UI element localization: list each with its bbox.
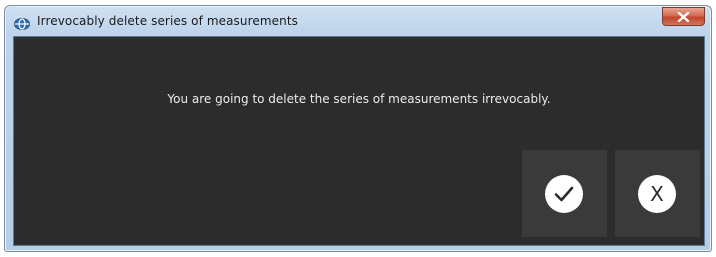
- confirm-circle: [545, 175, 583, 213]
- title-bar[interactable]: Irrevocably delete series of measurement…: [5, 6, 711, 36]
- close-icon: [677, 12, 690, 22]
- close-button[interactable]: [662, 7, 705, 26]
- app-logo-icon: [14, 15, 30, 30]
- cancel-button[interactable]: X: [615, 150, 700, 237]
- cancel-x-icon: X: [650, 182, 664, 206]
- dialog-content: You are going to delete the series of me…: [13, 36, 705, 246]
- confirmation-message: You are going to delete the series of me…: [167, 92, 551, 106]
- confirm-button[interactable]: [522, 150, 607, 237]
- cancel-circle: X: [638, 175, 676, 213]
- window-title: Irrevocably delete series of measurement…: [37, 14, 298, 28]
- checkmark-icon: [554, 186, 574, 202]
- dialog-window: Irrevocably delete series of measurement…: [4, 5, 712, 252]
